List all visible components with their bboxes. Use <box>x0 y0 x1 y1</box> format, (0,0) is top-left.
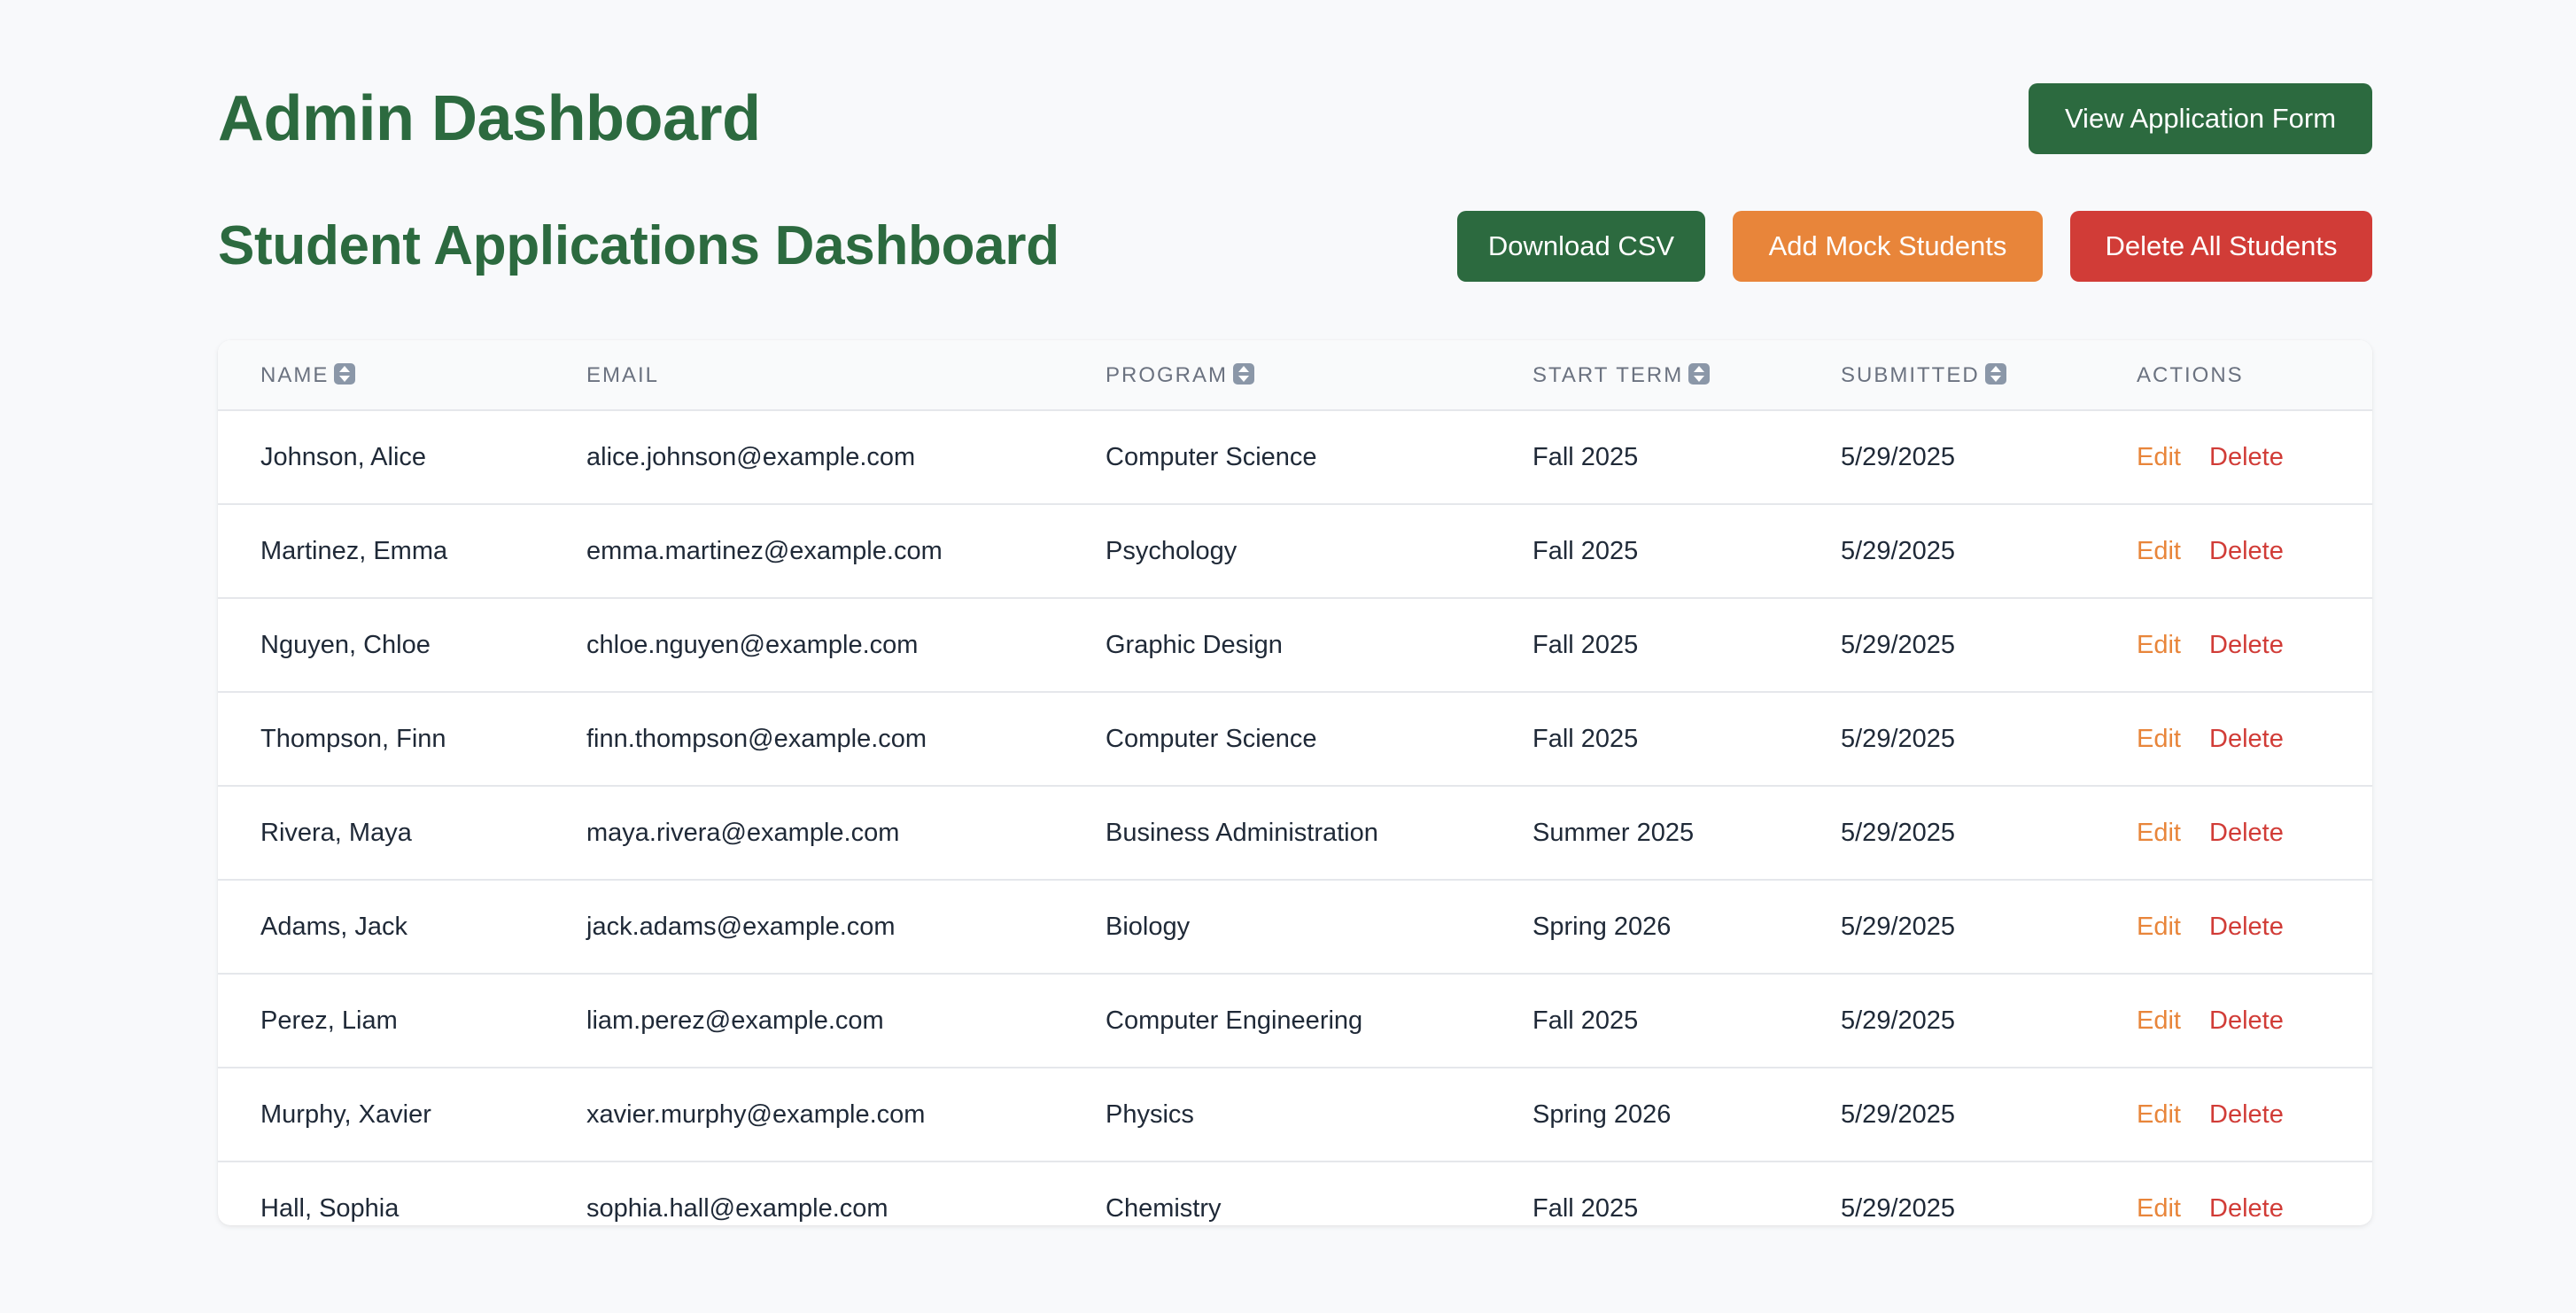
cell-submitted: 5/29/2025 <box>1841 725 1956 753</box>
column-header-program[interactable]: PROGRAM <box>1106 340 1255 411</box>
table-row: Nguyen, Chloe chloe.nguyen@example.com G… <box>218 599 2372 693</box>
edit-link[interactable]: Edit <box>2137 693 2181 785</box>
column-header-start-term[interactable]: START TERM <box>1532 340 1711 411</box>
cell-program: Physics <box>1106 1100 1194 1129</box>
column-header-email: EMAIL <box>586 340 659 411</box>
delete-link[interactable]: Delete <box>2209 411 2284 503</box>
page-title: Admin Dashboard <box>218 83 761 154</box>
cell-program: Computer Engineering <box>1106 1006 1363 1035</box>
edit-link[interactable]: Edit <box>2137 505 2181 597</box>
cell-email: xavier.murphy@example.com <box>586 1100 926 1129</box>
column-header-label: ACTIONS <box>2137 363 2244 387</box>
cell-email: alice.johnson@example.com <box>586 443 916 471</box>
cell-program: Computer Science <box>1106 725 1317 753</box>
sort-icon[interactable] <box>334 363 356 385</box>
edit-link[interactable]: Edit <box>2137 975 2181 1067</box>
cell-email: jack.adams@example.com <box>586 913 896 941</box>
table-row: Perez, Liam liam.perez@example.com Compu… <box>218 975 2372 1068</box>
table-row: Hall, Sophia sophia.hall@example.com Che… <box>218 1162 2372 1225</box>
column-header-label: NAME <box>260 363 330 387</box>
sort-icon[interactable] <box>1233 363 1255 385</box>
cell-start-term: Summer 2025 <box>1532 819 1695 847</box>
column-header-actions: ACTIONS <box>2137 340 2244 411</box>
delete-all-students-button[interactable]: Delete All Students <box>2070 211 2372 282</box>
cell-email: liam.perez@example.com <box>586 1006 884 1035</box>
delete-link[interactable]: Delete <box>2209 505 2284 597</box>
delete-link[interactable]: Delete <box>2209 599 2284 691</box>
cell-name: Hall, Sophia <box>260 1194 400 1223</box>
cell-start-term: Spring 2026 <box>1532 913 1672 941</box>
delete-link[interactable]: Delete <box>2209 881 2284 973</box>
edit-link[interactable]: Edit <box>2137 881 2181 973</box>
cell-program: Chemistry <box>1106 1194 1222 1223</box>
dashboard-title: Student Applications Dashboard <box>218 215 1059 276</box>
column-header-label: PROGRAM <box>1106 363 1229 387</box>
cell-start-term: Fall 2025 <box>1532 725 1639 753</box>
edit-link[interactable]: Edit <box>2137 1068 2181 1161</box>
edit-link[interactable]: Edit <box>2137 787 2181 879</box>
table-row: Rivera, Maya maya.rivera@example.com Bus… <box>218 787 2372 881</box>
cell-start-term: Fall 2025 <box>1532 631 1639 659</box>
column-header-label: SUBMITTED <box>1841 363 1980 387</box>
cell-start-term: Fall 2025 <box>1532 537 1639 565</box>
table-header: NAME EMAIL PROGRAM START TERM SUBMITTED … <box>218 340 2372 411</box>
add-mock-students-button[interactable]: Add Mock Students <box>1733 211 2043 282</box>
cell-program: Computer Science <box>1106 443 1317 471</box>
cell-name: Nguyen, Chloe <box>260 631 431 659</box>
cell-submitted: 5/29/2025 <box>1841 1006 1956 1035</box>
cell-program: Business Administration <box>1106 819 1378 847</box>
delete-link[interactable]: Delete <box>2209 1162 2284 1225</box>
edit-link[interactable]: Edit <box>2137 599 2181 691</box>
dashboard-toolbar: Student Applications Dashboard Download … <box>218 211 2372 282</box>
cell-email: sophia.hall@example.com <box>586 1194 888 1223</box>
edit-link[interactable]: Edit <box>2137 1162 2181 1225</box>
cell-submitted: 5/29/2025 <box>1841 819 1956 847</box>
cell-name: Rivera, Maya <box>260 819 412 847</box>
table-row: Martinez, Emma emma.martinez@example.com… <box>218 505 2372 599</box>
table-row: Murphy, Xavier xavier.murphy@example.com… <box>218 1068 2372 1162</box>
column-header-label: START TERM <box>1532 363 1684 387</box>
cell-submitted: 5/29/2025 <box>1841 631 1956 659</box>
table-row: Johnson, Alice alice.johnson@example.com… <box>218 411 2372 505</box>
cell-name: Martinez, Emma <box>260 537 448 565</box>
delete-link[interactable]: Delete <box>2209 693 2284 785</box>
cell-program: Psychology <box>1106 537 1238 565</box>
cell-email: chloe.nguyen@example.com <box>586 631 919 659</box>
column-header-submitted[interactable]: SUBMITTED <box>1841 340 2006 411</box>
delete-link[interactable]: Delete <box>2209 1068 2284 1161</box>
cell-start-term: Spring 2026 <box>1532 1100 1672 1129</box>
cell-submitted: 5/29/2025 <box>1841 537 1956 565</box>
edit-link[interactable]: Edit <box>2137 411 2181 503</box>
column-header-label: EMAIL <box>586 363 660 387</box>
cell-start-term: Fall 2025 <box>1532 1006 1639 1035</box>
header: Admin Dashboard View Application Form <box>218 83 2372 154</box>
sort-icon[interactable] <box>1984 363 2006 385</box>
cell-start-term: Fall 2025 <box>1532 443 1639 471</box>
download-csv-button[interactable]: Download CSV <box>1457 211 1705 282</box>
table-row: Adams, Jack jack.adams@example.com Biolo… <box>218 881 2372 975</box>
cell-email: finn.thompson@example.com <box>586 725 927 753</box>
cell-program: Biology <box>1106 913 1191 941</box>
cell-name: Murphy, Xavier <box>260 1100 431 1129</box>
cell-start-term: Fall 2025 <box>1532 1194 1639 1223</box>
cell-submitted: 5/29/2025 <box>1841 913 1956 941</box>
cell-email: maya.rivera@example.com <box>586 819 900 847</box>
delete-link[interactable]: Delete <box>2209 975 2284 1067</box>
delete-link[interactable]: Delete <box>2209 787 2284 879</box>
cell-program: Graphic Design <box>1106 631 1283 659</box>
cell-submitted: 5/29/2025 <box>1841 1194 1956 1223</box>
page: Admin Dashboard View Application Form St… <box>218 0 2372 1313</box>
cell-submitted: 5/29/2025 <box>1841 1100 1956 1129</box>
cell-name: Adams, Jack <box>260 913 407 941</box>
cell-name: Johnson, Alice <box>260 443 427 471</box>
cell-submitted: 5/29/2025 <box>1841 443 1956 471</box>
view-application-form-button[interactable]: View Application Form <box>2029 83 2372 154</box>
table-row: Thompson, Finn finn.thompson@example.com… <box>218 693 2372 787</box>
applications-table: NAME EMAIL PROGRAM START TERM SUBMITTED … <box>218 340 2372 1225</box>
sort-icon[interactable] <box>1688 363 1711 385</box>
cell-name: Thompson, Finn <box>260 725 446 753</box>
cell-email: emma.martinez@example.com <box>586 537 943 565</box>
cell-name: Perez, Liam <box>260 1006 398 1035</box>
column-header-name[interactable]: NAME <box>260 340 356 411</box>
